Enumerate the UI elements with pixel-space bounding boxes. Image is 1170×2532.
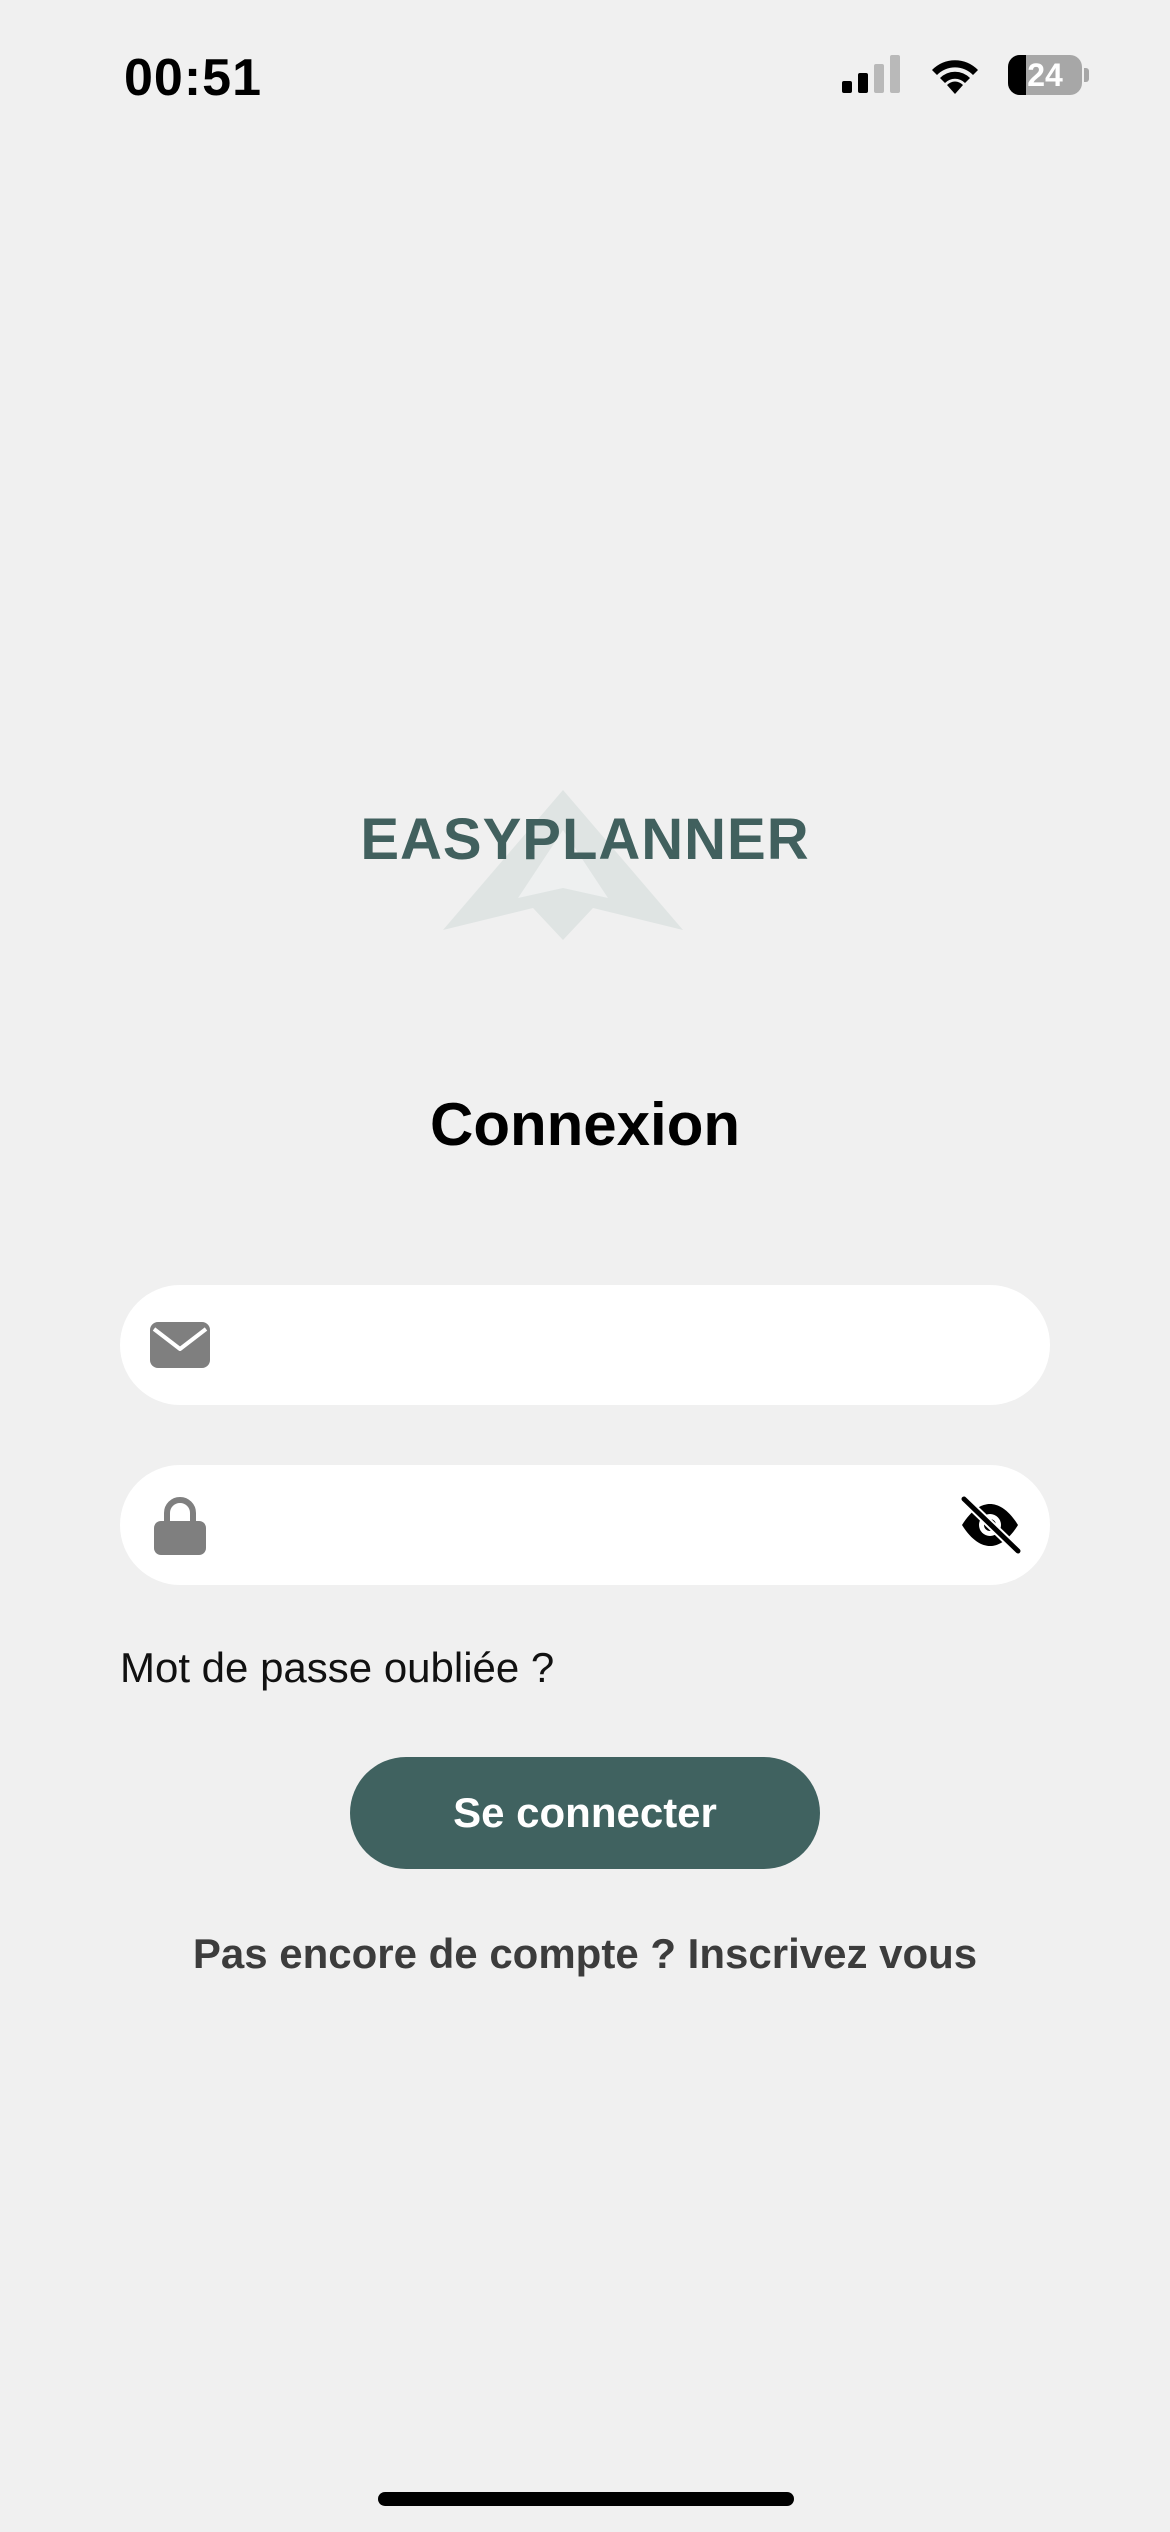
brand-name: EASYPLANNER — [360, 807, 810, 872]
home-indicator[interactable] — [378, 2492, 794, 2506]
status-time: 00:51 — [124, 49, 262, 107]
email-input[interactable] — [240, 1285, 924, 1407]
app-logo: EASYPLANNER — [335, 780, 835, 940]
signup-link[interactable]: Pas encore de compte ? Inscrivez vous — [0, 1930, 1170, 1978]
forgot-password-link[interactable]: Mot de passe oubliée ? — [120, 1644, 554, 1692]
status-icons: 24 — [842, 54, 1090, 96]
cellular-signal-icon — [842, 55, 900, 93]
login-button[interactable]: Se connecter — [350, 1757, 820, 1869]
page-title: Connexion — [430, 1091, 740, 1158]
eye-slash-icon[interactable] — [958, 1495, 1022, 1555]
envelope-icon — [150, 1322, 210, 1368]
password-input[interactable] — [240, 1465, 924, 1587]
battery-level: 24 — [1027, 57, 1063, 93]
battery-icon: 24 — [1008, 54, 1090, 96]
email-field[interactable] — [120, 1285, 1050, 1407]
wifi-icon — [932, 60, 978, 94]
lock-icon — [154, 1497, 206, 1555]
status-bar: 00:51 24 — [0, 0, 1170, 150]
password-field[interactable] — [120, 1465, 1050, 1587]
battery-body: 24 — [1008, 55, 1082, 95]
battery-tip — [1084, 68, 1089, 82]
